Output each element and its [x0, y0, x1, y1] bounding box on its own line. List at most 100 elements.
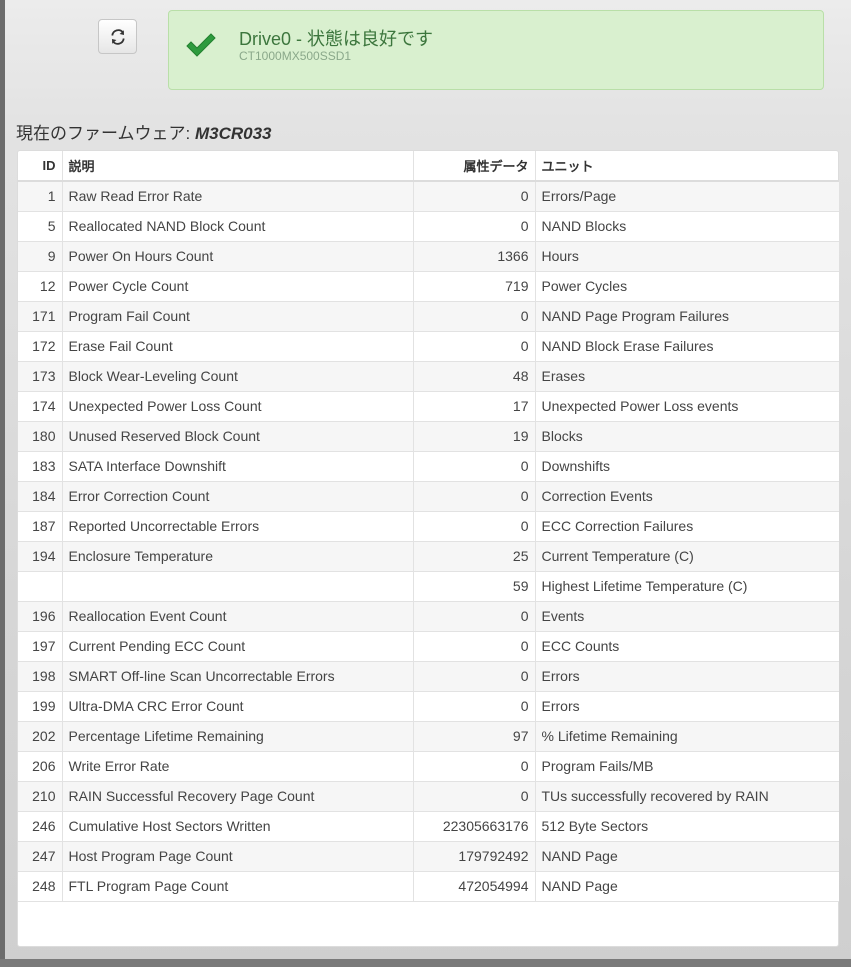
cell-unit: Errors — [534, 660, 839, 692]
cell-id: 172 — [18, 330, 63, 362]
cell-description: Unexpected Power Loss Count — [61, 390, 414, 422]
cell-value: 0 — [412, 660, 536, 692]
cell-id: 171 — [18, 300, 63, 332]
table-row: 247 Host Program Page Count 179792492 NAND … — [18, 840, 839, 872]
table-row: 194 Enclosure Temperature 25 Current Temper… — [18, 540, 839, 572]
cell-value: 179792492 — [412, 840, 536, 872]
table-row: 210 RAIN Successful Recovery Page Count 0 T… — [18, 780, 839, 812]
cell-value: 0 — [412, 450, 536, 482]
table-row: 174 Unexpected Power Loss Count 17 Unexpect… — [18, 390, 839, 422]
table-row: 5 Reallocated NAND Block Count 0 NAND Block… — [18, 210, 839, 242]
cell-id: 197 — [18, 630, 63, 662]
cell-description: Erase Fail Count — [61, 330, 414, 362]
table-row: 199 Ultra-DMA CRC Error Count 0 Errors — [18, 690, 839, 722]
table-row: 173 Block Wear-Leveling Count 48 Erases — [18, 360, 839, 392]
table-row: 171 Program Fail Count 0 NAND Page Program … — [18, 300, 839, 332]
cell-value: 0 — [412, 750, 536, 782]
cell-description: Cumulative Host Sectors Written — [61, 810, 414, 842]
cell-value: 19 — [412, 420, 536, 452]
cell-id: 210 — [18, 780, 63, 812]
table-row: 248 FTL Program Page Count 472054994 NAND P… — [18, 870, 839, 902]
cell-value: 17 — [412, 390, 536, 422]
cell-unit: NAND Page Program Failures — [534, 300, 839, 332]
cell-unit: 512 Byte Sectors — [534, 810, 839, 842]
cell-description: Unused Reserved Block Count — [61, 420, 414, 452]
cell-id: 5 — [18, 210, 63, 242]
cell-description: Block Wear-Leveling Count — [61, 360, 414, 392]
cell-value: 0 — [412, 330, 536, 362]
table-header-row: ID 説明 属性データ ユニット — [18, 151, 839, 182]
table-row: 12 Power Cycle Count 719 Power Cycles — [18, 270, 839, 302]
table-row: 202 Percentage Lifetime Remaining 97% Life… — [18, 720, 839, 752]
cell-unit: TUs successfully recovered by RAIN — [534, 780, 839, 812]
smart-attributes-table: ID 説明 属性データ ユニット 1 Raw Read Error Rate 0 Er… — [18, 151, 839, 902]
cell-unit: Correction Events — [534, 480, 839, 512]
header-description: 説明 — [61, 151, 414, 182]
cell-description: Enclosure Temperature — [61, 540, 414, 572]
cell-id: 194 — [18, 540, 63, 572]
table-row: 198 SMART Off-line Scan Uncorrectable Err… — [18, 660, 839, 692]
cell-description: Reallocated NAND Block Count — [61, 210, 414, 242]
cell-description: FTL Program Page Count — [61, 870, 414, 902]
cell-unit: Blocks — [534, 420, 839, 452]
table-row: 172 Erase Fail Count 0 NAND Block Erase Fai… — [18, 330, 839, 362]
cell-id: 247 — [18, 840, 63, 872]
cell-id: 184 — [18, 480, 63, 512]
cell-unit: Program Fails/MB — [534, 750, 839, 782]
cell-id — [18, 570, 63, 602]
cell-description: Program Fail Count — [61, 300, 414, 332]
cell-value: 0 — [412, 181, 536, 212]
cell-value: 0 — [412, 300, 536, 332]
cell-value: 0 — [412, 210, 536, 242]
cell-description: Reported Uncorrectable Errors — [61, 510, 414, 542]
cell-description: Ultra-DMA CRC Error Count — [61, 690, 414, 722]
cell-unit: Erases — [534, 360, 839, 392]
cell-unit: Hours — [534, 240, 839, 272]
cell-value: 25 — [412, 540, 536, 572]
cell-description: Power On Hours Count — [61, 240, 414, 272]
cell-id: 198 — [18, 660, 63, 692]
cell-id: 199 — [18, 690, 63, 722]
cell-description — [61, 570, 414, 602]
firmware-line: 現在のファームウェア: M3CR033 — [16, 119, 272, 144]
cell-value: 1366 — [412, 240, 536, 272]
cell-unit: Downshifts — [534, 450, 839, 482]
cell-id: 173 — [18, 360, 63, 392]
cell-id: 248 — [18, 870, 63, 902]
cell-description: Error Correction Count — [61, 480, 414, 512]
cell-value: 22305663176 — [412, 810, 536, 842]
cell-id: 1 — [18, 181, 63, 212]
firmware-version: M3CR033 — [194, 124, 272, 143]
cell-unit: Errors/Page — [534, 181, 839, 212]
header-value: 属性データ — [412, 151, 536, 182]
cell-id: 246 — [18, 810, 63, 842]
cell-unit: NAND Block Erase Failures — [534, 330, 839, 362]
cell-description: Raw Read Error Rate — [61, 181, 414, 212]
table-row: 1 Raw Read Error Rate 0 Errors/Page — [18, 181, 839, 212]
cell-unit: NAND Blocks — [534, 210, 839, 242]
smart-attributes-card: ID 説明 属性データ ユニット 1 Raw Read Error Rate 0 Er… — [17, 150, 839, 947]
cell-id: 196 — [18, 600, 63, 632]
cell-unit: % Lifetime Remaining — [534, 720, 839, 752]
cell-value: 472054994 — [412, 870, 536, 902]
window-left-edge — [0, 0, 5, 967]
cell-id: 174 — [18, 390, 63, 422]
cell-id: 12 — [18, 270, 63, 302]
cell-value: 0 — [412, 600, 536, 632]
refresh-button[interactable] — [98, 19, 137, 54]
cell-description: Write Error Rate — [61, 750, 414, 782]
table-row: 187 Reported Uncorrectable Errors 0 ECC Cor… — [18, 510, 839, 542]
cell-id: 187 — [18, 510, 63, 542]
cell-unit: Unexpected Power Loss events — [534, 390, 839, 422]
cell-description: Power Cycle Count — [61, 270, 414, 302]
cell-description: SATA Interface Downshift — [61, 450, 414, 482]
cell-value: 97 — [412, 720, 536, 752]
cell-unit: Power Cycles — [534, 270, 839, 302]
cell-unit: Current Temperature (C) — [534, 540, 839, 572]
table-row: 180 Unused Reserved Block Count 19 Blocks — [18, 420, 839, 452]
cell-id: 206 — [18, 750, 63, 782]
table-row: 206 Write Error Rate 0 Program Fails/MB — [18, 750, 839, 782]
drive-model: CT1000MX500SSD1 — [239, 49, 352, 63]
cell-description: Host Program Page Count — [61, 840, 414, 872]
cell-value: 0 — [412, 510, 536, 542]
